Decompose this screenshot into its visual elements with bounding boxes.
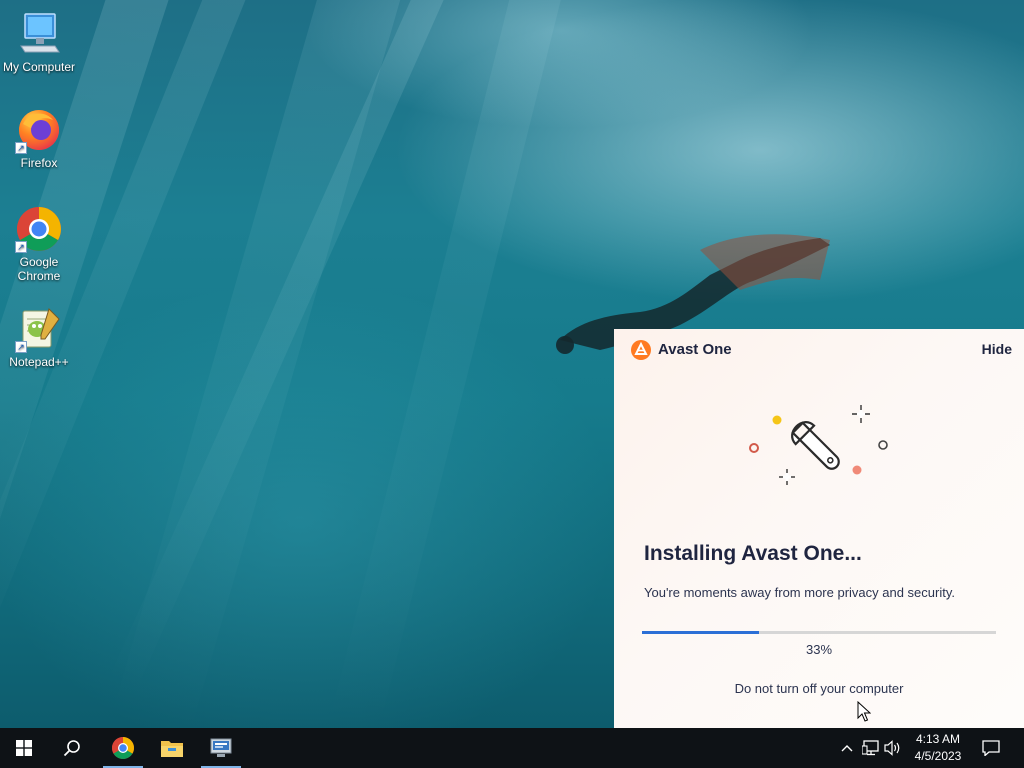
- folder-icon: [161, 741, 183, 757]
- action-center-button[interactable]: [982, 739, 1000, 757]
- volume-icon: [884, 740, 900, 756]
- chrome-icon: [112, 737, 134, 759]
- install-heading: Installing Avast One...: [644, 542, 862, 565]
- clock-time: 4:13 AM: [915, 732, 961, 746]
- desktop-icon-firefox[interactable]: ↗ Firefox: [1, 106, 77, 170]
- install-warning: Do not turn off your computer: [734, 681, 904, 696]
- clock-date: 4/5/2023: [914, 749, 962, 763]
- start-button[interactable]: [4, 728, 44, 768]
- avast-header: Avast One Hide: [630, 339, 1012, 361]
- avast-logo-icon: [631, 340, 651, 360]
- search-icon: [63, 740, 80, 757]
- desktop-icon-notepadpp[interactable]: ↗ Notepad++: [1, 305, 77, 369]
- avast-app-title: Avast One: [658, 341, 732, 358]
- shortcut-arrow-icon: ↗: [15, 341, 27, 353]
- mouse-cursor-icon: [857, 701, 871, 722]
- windows-start-icon: [16, 740, 32, 756]
- computer-icon: [20, 13, 60, 53]
- installer-icon: [210, 738, 232, 757]
- desktop-icon-label: Firefox: [20, 156, 58, 170]
- install-progress-bar: [642, 631, 996, 634]
- shortcut-arrow-icon: ↗: [15, 142, 27, 154]
- taskbar-clock[interactable]: 4:13 AM 4/5/2023: [904, 731, 972, 765]
- screen: My Computer ↗ Firefox ↗ Google Chrome ↗ …: [0, 0, 1024, 768]
- chevron-up-icon: [841, 745, 853, 752]
- desktop-icon-label: My Computer: [2, 60, 76, 74]
- avast-install-window: Avast One Hide Installing Avast One... Y…: [614, 329, 1024, 728]
- taskbar: 4:13 AM 4/5/2023: [0, 728, 1024, 768]
- install-progress-fill: [642, 631, 759, 634]
- search-button[interactable]: [52, 728, 92, 768]
- shortcut-arrow-icon: ↗: [15, 241, 27, 253]
- tray-network-button[interactable]: [862, 739, 880, 757]
- tray-volume-button[interactable]: [884, 739, 902, 757]
- taskbar-chrome[interactable]: [103, 728, 143, 768]
- hide-button[interactable]: Hide: [982, 341, 1012, 357]
- desktop-icon-label: Google Chrome: [17, 255, 61, 283]
- tray-overflow-button[interactable]: [838, 739, 856, 757]
- notification-icon: [982, 740, 1000, 756]
- wrench-icon: [749, 405, 888, 485]
- network-icon: [862, 740, 879, 756]
- taskbar-installer[interactable]: [201, 728, 241, 768]
- taskbar-file-explorer[interactable]: [152, 728, 192, 768]
- desktop-icon-google-chrome[interactable]: ↗ Google Chrome: [1, 205, 77, 283]
- install-progress-percent: 33%: [805, 642, 833, 657]
- install-subtitle: You're moments away from more privacy an…: [644, 585, 955, 600]
- desktop-icon-my-computer[interactable]: My Computer: [1, 10, 77, 74]
- desktop-icon-label: Notepad++: [9, 355, 69, 369]
